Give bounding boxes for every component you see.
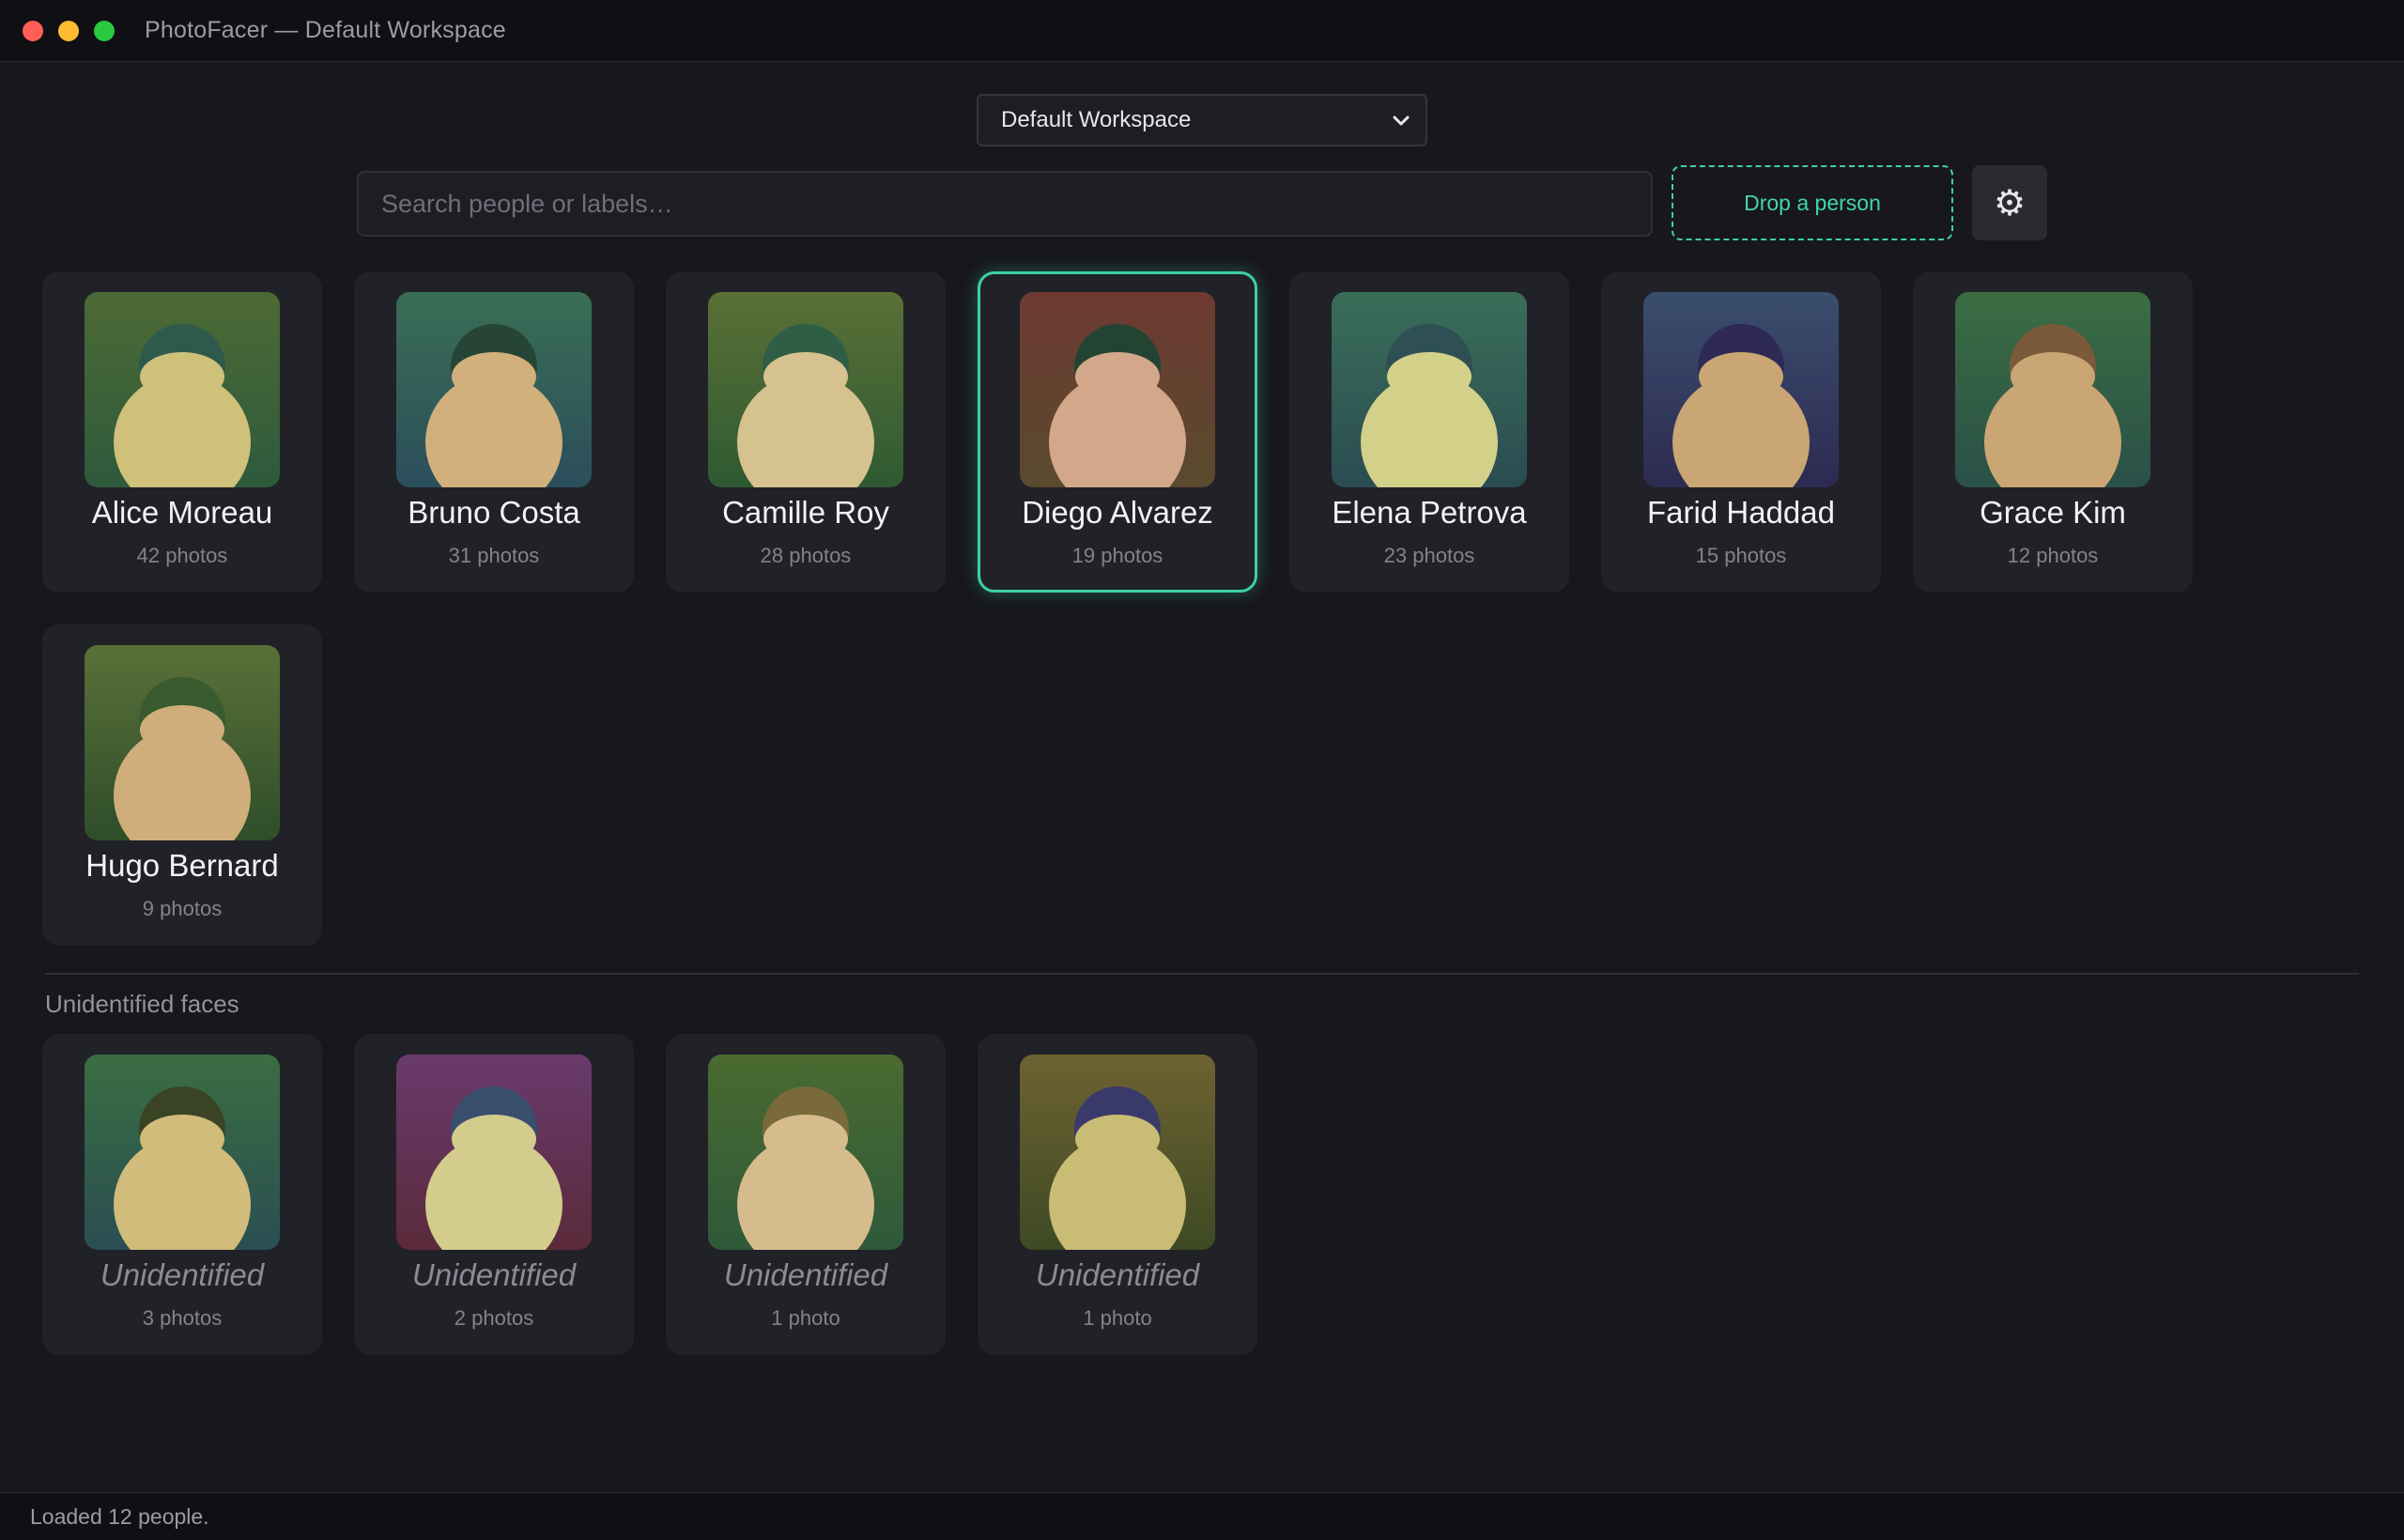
face-thumbnail-art	[396, 1055, 592, 1250]
face-thumbnail	[1955, 292, 2150, 487]
status-text: Loaded 12 people.	[30, 1503, 209, 1529]
face-thumbnail-art	[85, 292, 280, 487]
person-name: Hugo Bernard	[85, 848, 279, 883]
face-thumbnail	[85, 292, 280, 487]
photo-count: 1 photo	[1083, 1306, 1152, 1330]
face-thumbnail	[1643, 292, 1839, 487]
chevron-down-icon	[1393, 116, 1410, 126]
window-controls	[23, 20, 115, 41]
unidentified-label: Unidentified	[1035, 1257, 1200, 1292]
photo-count: 12 photos	[2007, 544, 2099, 567]
face-thumbnail-art	[396, 292, 592, 487]
face-thumbnail-art	[1643, 292, 1839, 487]
person-name: Alice Moreau	[91, 495, 273, 530]
unidentified-face-card[interactable]: Unidentified 1 photo	[666, 1034, 946, 1355]
unidentified-label: Unidentified	[411, 1257, 577, 1292]
workspace-select-value: Default Workspace	[1001, 107, 1192, 132]
photo-count: 2 photos	[454, 1306, 534, 1330]
unidentified-label: Unidentified	[100, 1257, 265, 1292]
face-thumbnail	[85, 645, 280, 840]
person-card[interactable]: Farid Haddad 15 photos	[1601, 271, 1881, 593]
drop-person-zone[interactable]: Drop a person	[1672, 165, 1953, 240]
person-name: Grace Kim	[1980, 495, 2126, 530]
person-name: Farid Haddad	[1647, 495, 1835, 530]
photo-count: 42 photos	[136, 544, 228, 567]
window-title: PhotoFacer — Default Workspace	[145, 17, 506, 43]
face-thumbnail-art	[1955, 292, 2150, 487]
person-card[interactable]: Hugo Bernard 9 photos	[42, 624, 322, 946]
face-thumbnail	[396, 292, 592, 487]
face-thumbnail-art	[85, 645, 280, 840]
face-thumbnail	[708, 292, 903, 487]
gear-icon: ⚙	[1993, 183, 2026, 223]
person-name: Elena Petrova	[1332, 495, 1527, 530]
photo-count: 1 photo	[771, 1306, 840, 1330]
photo-count: 31 photos	[448, 544, 540, 567]
photo-count: 28 photos	[760, 544, 852, 567]
unidentified-face-card[interactable]: Unidentified 2 photos	[354, 1034, 634, 1355]
photo-count: 19 photos	[1071, 544, 1163, 567]
close-window-button[interactable]	[23, 20, 43, 41]
unidentified-face-card[interactable]: Unidentified 3 photos	[42, 1034, 322, 1355]
face-thumbnail-art	[1332, 292, 1527, 487]
section-divider	[45, 973, 2359, 975]
person-card[interactable]: Bruno Costa 31 photos	[354, 271, 634, 593]
photo-count: 23 photos	[1383, 544, 1475, 567]
person-card[interactable]: Camille Roy 28 photos	[666, 271, 946, 593]
photo-count: 15 photos	[1695, 544, 1787, 567]
face-thumbnail	[1332, 292, 1527, 487]
person-card[interactable]: Alice Moreau 42 photos	[42, 271, 322, 593]
drop-person-label: Drop a person	[1744, 190, 1881, 215]
face-thumbnail-art	[1020, 292, 1215, 487]
maximize-window-button[interactable]	[94, 20, 115, 41]
face-thumbnail	[708, 1055, 903, 1250]
search-input[interactable]	[357, 171, 1653, 237]
unidentified-face-card[interactable]: Unidentified 1 photo	[978, 1034, 1257, 1355]
face-thumbnail-art	[708, 1055, 903, 1250]
face-thumbnail-art	[708, 292, 903, 487]
person-card[interactable]: Grace Kim 12 photos	[1913, 271, 2193, 593]
workspace-select[interactable]: Default Workspace	[977, 94, 1427, 146]
status-bar: Loaded 12 people.	[0, 1492, 2404, 1540]
face-thumbnail-art	[85, 1055, 280, 1250]
face-thumbnail	[1020, 1055, 1215, 1250]
unidentified-section-title: Unidentified faces	[45, 990, 239, 1018]
person-name: Bruno Costa	[408, 495, 580, 530]
person-name: Diego Alvarez	[1022, 495, 1213, 530]
title-bar: PhotoFacer — Default Workspace	[0, 0, 2404, 62]
face-thumbnail	[85, 1055, 280, 1250]
photo-count: 9 photos	[142, 897, 223, 920]
settings-button[interactable]: ⚙	[1972, 165, 2047, 240]
person-card[interactable]: Diego Alvarez 19 photos	[978, 271, 1257, 593]
photo-count: 3 photos	[142, 1306, 223, 1330]
face-thumbnail	[396, 1055, 592, 1250]
face-thumbnail-art	[1020, 1055, 1215, 1250]
unidentified-label: Unidentified	[723, 1257, 888, 1292]
face-thumbnail	[1020, 292, 1215, 487]
minimize-window-button[interactable]	[58, 20, 79, 41]
person-name: Camille Roy	[722, 495, 889, 530]
person-card[interactable]: Elena Petrova 23 photos	[1289, 271, 1569, 593]
